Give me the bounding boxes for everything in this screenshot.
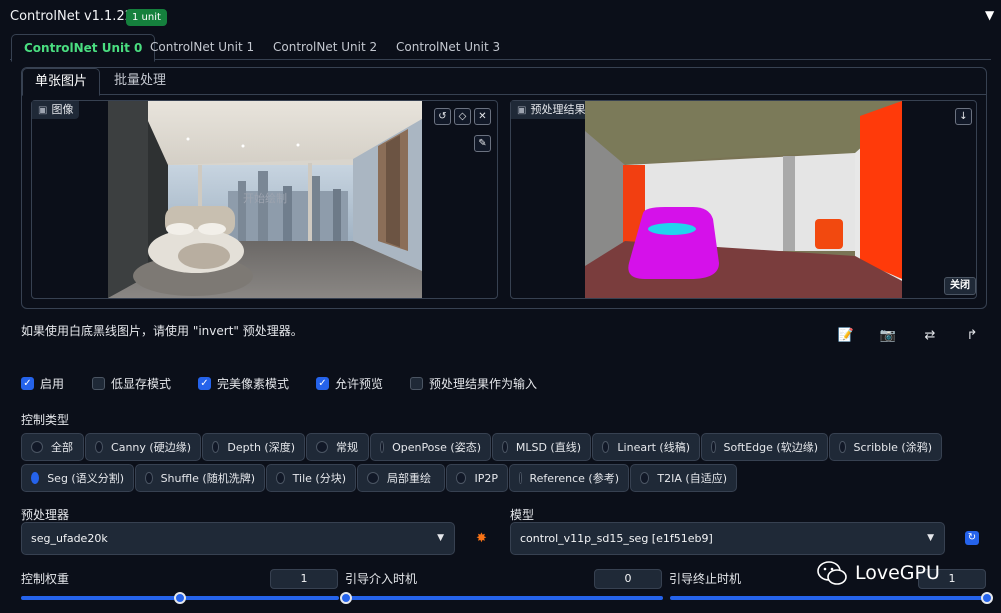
- refresh-icon[interactable]: ↻: [965, 531, 979, 545]
- image-icon: ▣: [38, 105, 48, 116]
- image-label: ▣ 图像: [32, 101, 80, 119]
- radio-dot[interactable]: [640, 472, 650, 484]
- tab-controlnet-unit-0[interactable]: ControlNet Unit 0: [11, 34, 156, 62]
- unit-count-badge: 1 unit: [126, 9, 167, 26]
- allow-preview-checkbox[interactable]: ✓ 允许预览: [316, 375, 383, 391]
- checkbox-box[interactable]: ✓: [21, 376, 34, 390]
- watermark: LoveGPU: [817, 556, 989, 590]
- checkbox-box[interactable]: ✓: [198, 376, 211, 390]
- preprocessor-label: 预处理器: [21, 508, 70, 522]
- unit-tab-bar: ControlNet Unit 0 ControlNet Unit 1 Cont…: [10, 34, 991, 62]
- image-icon: ▣: [517, 105, 527, 116]
- preprocessor-preview-box: ▣ 预处理结果预览 ↓ 关闭: [510, 100, 977, 299]
- panel-title: ControlNet v1.1.227: [10, 9, 142, 24]
- close-preview-button[interactable]: 关闭: [944, 277, 976, 295]
- send-dimensions-icon[interactable]: ↱: [963, 328, 981, 343]
- control-type-openpose[interactable]: OpenPose (姿态): [370, 433, 491, 461]
- control-type-t2ia[interactable]: T2IA (自适应): [630, 464, 737, 492]
- radio-dot[interactable]: [145, 472, 153, 484]
- guidance-start-input[interactable]: 0: [594, 569, 662, 589]
- guidance-start-label: 引导介入时机: [345, 572, 418, 586]
- radio-dot[interactable]: [456, 472, 467, 484]
- model-value: control_v11p_sd15_seg [e1f51eb9]: [520, 532, 713, 545]
- tab-controlnet-unit-1[interactable]: ControlNet Unit 1: [150, 34, 254, 60]
- clear-icon[interactable]: ✕: [474, 108, 491, 125]
- low-vram-checkbox[interactable]: 低显存模式: [92, 375, 171, 391]
- guidance-end-slider-handle[interactable]: [981, 592, 993, 604]
- checkbox-box[interactable]: [410, 376, 423, 390]
- control-type-tile[interactable]: Tile (分块): [266, 464, 356, 492]
- radio-dot[interactable]: [212, 441, 220, 453]
- control-type-label: 控制类型: [21, 413, 70, 427]
- guidance-end-label: 引导终止时机: [669, 572, 742, 586]
- preprocessor-value: seg_ufade20k: [31, 532, 108, 545]
- new-canvas-icon[interactable]: 📝: [837, 328, 855, 343]
- checkbox-box[interactable]: ✓: [316, 376, 329, 390]
- control-type-ip2p[interactable]: IP2P: [446, 464, 508, 492]
- download-icon[interactable]: ↓: [955, 108, 972, 125]
- bedroom-photo[interactable]: 开始绘制: [108, 101, 422, 298]
- radio-dot[interactable]: [602, 441, 610, 453]
- control-weight-input[interactable]: 1: [270, 569, 338, 589]
- collapse-icon[interactable]: ▼: [985, 8, 994, 22]
- control-type-scribble[interactable]: Scribble (涂鸦): [829, 433, 942, 461]
- preprocessor-dropdown[interactable]: seg_ufade20k ▼: [21, 522, 455, 555]
- invert-hint-text: 如果使用白底黑线图片，请使用 "invert" 预处理器。: [21, 324, 303, 338]
- control-type-mlsd[interactable]: MLSD (直线): [492, 433, 591, 461]
- guidance-start-slider[interactable]: [346, 596, 663, 600]
- swap-icon[interactable]: ⇄: [921, 328, 939, 343]
- model-label: 模型: [510, 508, 535, 522]
- camera-icon[interactable]: 📷: [879, 328, 897, 343]
- tab-batch[interactable]: 批量处理: [102, 68, 178, 94]
- guidance-start-slider-handle[interactable]: [340, 592, 352, 604]
- segmentation-preview-image: [585, 101, 902, 298]
- radio-dot[interactable]: [519, 472, 522, 484]
- radio-dot[interactable]: [839, 441, 846, 453]
- input-image-box[interactable]: ▣ 图像 开始绘制 ↺ ◇ ✕ ✎: [31, 100, 498, 299]
- tab-controlnet-unit-2[interactable]: ControlNet Unit 2: [273, 34, 377, 60]
- guidance-end-slider[interactable]: [670, 596, 987, 600]
- control-type-all[interactable]: 全部: [21, 433, 84, 461]
- control-type-lineart[interactable]: Lineart (线稿): [592, 433, 700, 461]
- wechat-icon: [817, 561, 847, 585]
- radio-dot[interactable]: [31, 472, 40, 484]
- radio-dot[interactable]: [95, 441, 104, 453]
- undo-icon[interactable]: ↺: [434, 108, 451, 125]
- control-type-depth[interactable]: Depth (深度): [202, 433, 305, 461]
- radio-dot[interactable]: [380, 441, 385, 453]
- tab-controlnet-unit-3[interactable]: ControlNet Unit 3: [396, 34, 500, 60]
- control-type-normal[interactable]: 常规: [306, 433, 369, 461]
- radio-dot[interactable]: [367, 472, 379, 484]
- watermark-text: LoveGPU: [855, 562, 940, 584]
- run-preprocessor-icon[interactable]: ✸: [476, 531, 487, 546]
- image-panel: 单张图片 批量处理 ▣ 图像 开始绘制 ↺ ◇ ✕ ✎ ▣ 预处理结果预览 ↓ …: [21, 67, 987, 309]
- enable-checkbox[interactable]: ✓ 启用: [21, 375, 64, 391]
- radio-dot[interactable]: [711, 441, 716, 453]
- radio-dot[interactable]: [31, 441, 43, 453]
- chevron-down-icon: ▼: [437, 533, 444, 543]
- tab-single-image[interactable]: 单张图片: [22, 68, 101, 96]
- radio-dot[interactable]: [316, 441, 328, 453]
- radio-dot[interactable]: [502, 441, 508, 453]
- control-type-softedge[interactable]: SoftEdge (软边缘): [701, 433, 828, 461]
- control-type-shuffle[interactable]: Shuffle (随机洗牌): [135, 464, 265, 492]
- checkbox-box[interactable]: [92, 376, 105, 390]
- control-type-inpaint[interactable]: 局部重绘: [357, 464, 445, 492]
- control-type-seg[interactable]: Seg (语义分割): [21, 464, 134, 492]
- chevron-down-icon: ▼: [927, 533, 934, 543]
- control-weight-slider-handle[interactable]: [174, 592, 186, 604]
- preprocessor-as-input-checkbox[interactable]: 预处理结果作为输入: [410, 375, 537, 391]
- brush-icon[interactable]: ✎: [474, 135, 491, 152]
- control-weight-label: 控制权重: [21, 572, 70, 586]
- eraser-icon[interactable]: ◇: [454, 108, 471, 125]
- start-drawing-text: 开始绘制: [243, 191, 287, 205]
- radio-dot[interactable]: [276, 472, 285, 484]
- control-type-reference[interactable]: Reference (参考): [509, 464, 629, 492]
- model-dropdown[interactable]: control_v11p_sd15_seg [e1f51eb9] ▼: [510, 522, 945, 555]
- control-type-canny[interactable]: Canny (硬边缘): [85, 433, 201, 461]
- pixel-perfect-checkbox[interactable]: ✓ 完美像素模式: [198, 375, 289, 391]
